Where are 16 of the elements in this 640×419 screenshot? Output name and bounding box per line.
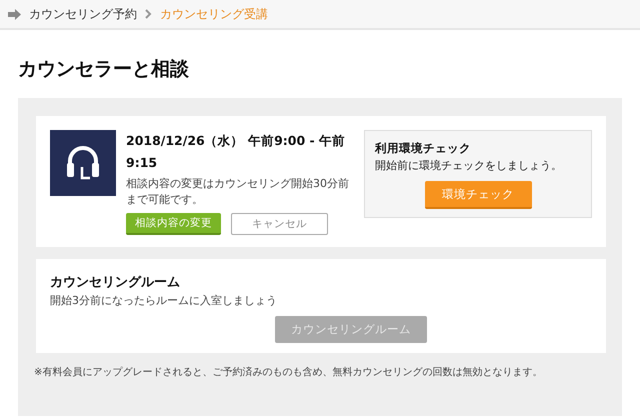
page-title: カウンセラーと相談 — [17, 57, 190, 82]
room-title: カウンセリングルーム — [50, 274, 181, 291]
arrow-icon — [8, 8, 21, 20]
breadcrumb-link[interactable]: カウンセリング予約 — [29, 6, 137, 22]
environment-check-title: 利用環境チェック — [375, 141, 471, 156]
change-request-button[interactable]: 相談内容の変更 — [126, 213, 221, 235]
breadcrumb-link[interactable]: カウンセリング受講 — [160, 6, 268, 22]
appointment-datetime: 2018/12/26（水） 午前9:00 - 午前9:15 — [126, 132, 346, 172]
environment-check-button[interactable]: 環境チェック — [424, 181, 532, 209]
cancel-button[interactable]: キャンセル — [231, 213, 328, 235]
chevron-icon — [145, 9, 152, 19]
room-text: 開始3分前になったらルームに入室しましょう — [50, 293, 278, 308]
headset-icon — [50, 130, 116, 196]
change-note: 相談内容の変更はカウンセリング開始30分前まで可能です。 — [126, 176, 350, 208]
footnote: ※有料会員にアップグレードされると、ご予約済みのものも含め、無料カウンセリングの回数は無効となります。 — [34, 366, 544, 379]
environment-check-text: 開始前に環境チェックをしましょう。 — [375, 158, 562, 173]
